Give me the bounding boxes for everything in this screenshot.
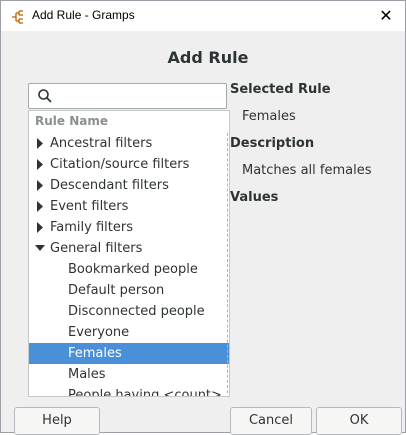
tree-category-row[interactable]: Descendant filters — [29, 175, 229, 196]
tree-rule-row[interactable]: People having <count>... — [29, 385, 230, 397]
description-value: Matches all females — [242, 163, 372, 178]
tree-row-label: Family filters — [50, 220, 133, 235]
tree-row-label: People having <count>... — [68, 388, 230, 397]
tree-rule-row[interactable]: Everyone — [29, 322, 229, 343]
triangle-right-icon[interactable] — [35, 154, 47, 175]
search-input[interactable] — [61, 86, 225, 106]
gramps-app-icon — [10, 9, 26, 25]
column-header-rule-name[interactable]: Rule Name — [29, 111, 229, 132]
tree-row-label: Default person — [68, 283, 165, 298]
help-button[interactable]: Help — [14, 407, 100, 435]
tree-row-label: Event filters — [50, 199, 129, 214]
description-heading: Description — [230, 136, 315, 151]
values-heading: Values — [230, 190, 279, 205]
tree-rule-row[interactable]: Females — [29, 343, 229, 364]
tree-category-row[interactable]: Family filters — [29, 217, 229, 238]
tree-rule-row[interactable]: Disconnected people — [29, 301, 229, 322]
triangle-right-icon[interactable] — [35, 133, 47, 154]
tree-category-row[interactable]: Citation/source filters — [29, 154, 229, 175]
tree-category-row[interactable]: Ancestral filters — [29, 133, 229, 154]
tree-category-row[interactable]: Event filters — [29, 196, 229, 217]
tree-row-label: Citation/source filters — [50, 157, 190, 172]
ok-button[interactable]: OK — [316, 407, 402, 435]
tree-rule-row[interactable]: Males — [29, 364, 229, 385]
triangle-right-icon[interactable] — [35, 175, 47, 196]
tree-row-label: Males — [68, 367, 106, 382]
title-bar[interactable]: Add Rule - Gramps ✕ — [1, 1, 405, 31]
triangle-right-icon[interactable] — [35, 196, 47, 217]
selected-rule-value: Females — [242, 109, 296, 124]
close-icon[interactable]: ✕ — [367, 1, 405, 31]
rule-tree[interactable]: Rule Name Ancestral filters Citation/sour… — [28, 110, 230, 397]
tree-row-label: Ancestral filters — [50, 136, 153, 151]
tree-row-label: Bookmarked people — [68, 262, 198, 277]
search-icon — [37, 88, 53, 104]
add-rule-dialog: Add Rule - Gramps ✕ Add Rule Rule Name A… — [0, 0, 406, 435]
scrollbar[interactable] — [227, 133, 229, 393]
tree-category-row[interactable]: General filters — [29, 238, 229, 259]
tree-row-label: Disconnected people — [68, 304, 205, 319]
tree-rule-row[interactable]: Default person — [29, 280, 229, 301]
dialog-heading: Add Rule — [167, 48, 249, 67]
window-title: Add Rule - Gramps — [32, 8, 135, 22]
tree-row-label: Descendant filters — [50, 178, 169, 193]
tree-rule-row[interactable]: Bookmarked people — [29, 259, 229, 280]
cancel-button[interactable]: Cancel — [230, 407, 312, 435]
triangle-right-icon[interactable] — [35, 217, 47, 238]
selected-rule-heading: Selected Rule — [230, 82, 331, 97]
tree-row-label: General filters — [50, 241, 143, 256]
tree-row-label: Females — [68, 346, 122, 361]
tree-row-label: Everyone — [68, 325, 130, 340]
search-field[interactable] — [28, 83, 227, 109]
triangle-down-icon[interactable] — [35, 238, 47, 259]
